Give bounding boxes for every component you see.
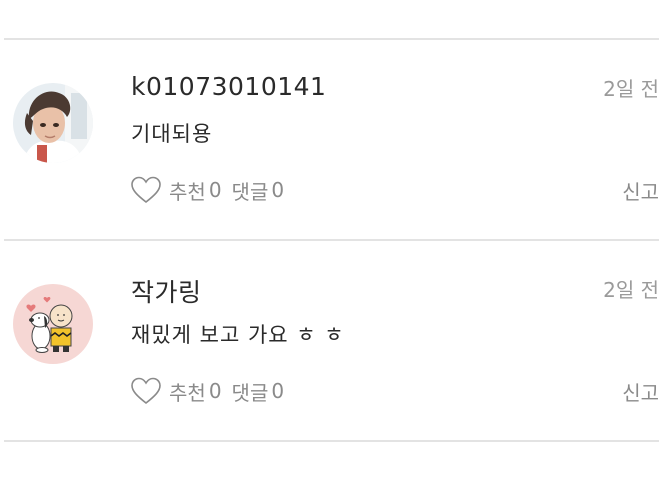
like-label[interactable]: 추천: [169, 377, 206, 406]
comment-time: 2일 전: [603, 77, 659, 101]
reply-label[interactable]: 댓글: [232, 176, 269, 205]
previous-comment-fragment: [140, 0, 280, 4]
comment-text: 기대되용: [131, 122, 213, 146]
reply-count: 0: [271, 178, 285, 202]
avatar[interactable]: [13, 83, 93, 163]
like-count: 0: [208, 178, 222, 202]
comment-username[interactable]: 작가링: [131, 273, 202, 309]
comment-item: 작가링 2일 전 재밌게 보고 가요 ㅎ ㅎ 추천 0 댓글 0 신고: [0, 241, 669, 441]
divider: [4, 440, 659, 442]
report-button[interactable]: 신고: [622, 176, 659, 205]
heart-outline-icon[interactable]: [131, 176, 161, 204]
avatar-photo-icon: [13, 83, 93, 163]
comment-item: k01073010141 2일 전 기대되용 추천 0 댓글 0 신고: [0, 40, 669, 240]
comment-actions: 추천 0 댓글 0: [131, 174, 294, 206]
report-button[interactable]: 신고: [622, 377, 659, 406]
comment-actions: 추천 0 댓글 0: [131, 375, 294, 407]
comment-time: 2일 전: [603, 278, 659, 302]
comment-list: k01073010141 2일 전 기대되용 추천 0 댓글 0 신고 작가링 …: [0, 0, 669, 501]
snoopy-charlie-avatar-icon: [13, 284, 93, 364]
like-count: 0: [208, 379, 222, 403]
comment-username[interactable]: k01073010141: [131, 72, 326, 101]
avatar[interactable]: [13, 284, 93, 364]
reply-label[interactable]: 댓글: [232, 377, 269, 406]
reply-count: 0: [271, 379, 285, 403]
heart-outline-icon[interactable]: [131, 377, 161, 405]
comment-text: 재밌게 보고 가요 ㅎ ㅎ: [131, 323, 345, 347]
like-label[interactable]: 추천: [169, 176, 206, 205]
